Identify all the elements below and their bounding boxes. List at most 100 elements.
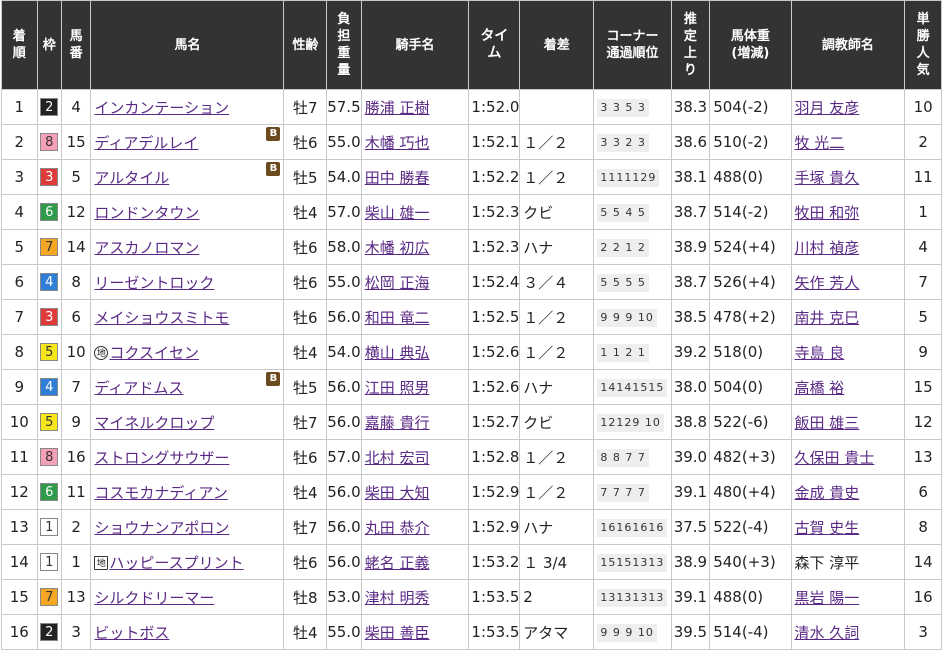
trainer-name-link[interactable]: 牧 光二 (795, 134, 845, 152)
horse-name-link[interactable]: メイショウスミトモ (94, 309, 229, 327)
col-last3f: 推 定 上 り (670, 0, 711, 90)
horse-name-link[interactable]: ハッピースプリント (109, 554, 243, 572)
jockey-name-link[interactable]: 嘉藤 貴行 (365, 414, 430, 432)
jockey-name-link[interactable]: 松岡 正海 (365, 274, 430, 292)
horse-name-link[interactable]: コスモカナディアン (94, 484, 227, 502)
blinker-badge: B (266, 372, 281, 386)
jockey-name-link[interactable]: 柴田 大知 (365, 484, 430, 502)
horse-name-link[interactable]: ロンドンタウン (94, 204, 199, 222)
sexage-cell: 牡4 (283, 194, 328, 230)
time-cell: 1:52.0 (468, 89, 521, 125)
jockey-name-link[interactable]: 田中 勝春 (365, 169, 430, 187)
trainer-name-link[interactable]: 久保田 貴士 (795, 449, 875, 467)
jockey-name-link[interactable]: 蛯名 正義 (365, 554, 430, 572)
sexage-cell: 牡6 (283, 264, 328, 300)
horse-name-link[interactable]: リーゼントロック (94, 274, 214, 292)
jockey-name-link[interactable]: 木幡 巧也 (365, 134, 430, 152)
trainer-cell: 高橋 裕 (790, 369, 906, 405)
horse-name-link[interactable]: インカンテーション (94, 99, 229, 117)
trainer-name-link[interactable]: 寺島 良 (795, 344, 845, 362)
jockey-name-link[interactable]: 北村 宏司 (365, 449, 430, 467)
jockey-name-link[interactable]: 木幡 初広 (365, 239, 430, 257)
rank-cell: 6 (1, 264, 38, 300)
horse-cell: マイネルクロップ (90, 404, 285, 440)
corner-cell: 16161616 (593, 509, 672, 545)
last3f-cell: 39.2 (670, 334, 711, 370)
waku-cell: 1 (36, 544, 62, 580)
horse-cell: ディアドムス B (90, 369, 285, 405)
corner-order: 5 5 4 5 (597, 204, 649, 222)
horse-cell: ロンドンタウン (90, 194, 285, 230)
trainer-name-link[interactable]: 黒岩 陽一 (795, 589, 860, 607)
last3f-cell: 39.0 (670, 439, 711, 475)
trainer-name-link[interactable]: 川村 禎彦 (795, 239, 860, 257)
horse-name-link[interactable]: ストロングサウザー (94, 449, 229, 467)
umaban-cell: 1 (60, 544, 92, 580)
horse-name-link[interactable]: ビットボス (94, 624, 169, 642)
trainer-name-link: 森下 淳平 (794, 553, 860, 572)
waku-cell: 5 (36, 404, 62, 440)
horse-name-link[interactable]: アルタイル (94, 169, 169, 187)
corner-cell: 5 5 4 5 (593, 194, 672, 230)
horse-name-link[interactable]: アスカノロマン (94, 239, 199, 257)
horse-name-link[interactable]: ディアデルレイ (94, 134, 198, 152)
body-weight-cell: 514(-2) (709, 194, 792, 230)
umaban-cell: 6 (60, 299, 92, 335)
umaban-cell: 14 (60, 229, 92, 265)
jockey-cell: 柴山 雄一 (360, 194, 470, 230)
weight-cell: 55.0 (326, 264, 362, 300)
horse-cell: コスモカナディアン (90, 474, 285, 510)
jockey-name-link[interactable]: 津村 明秀 (365, 589, 430, 607)
trainer-name-link[interactable]: 清水 久詞 (795, 624, 860, 642)
trainer-name-link[interactable]: 高橋 裕 (795, 379, 845, 397)
time-cell: 1:52.3 (468, 194, 521, 230)
result-body: 1 2 4 インカンテーション 牡7 57.5 勝浦 正樹 1:52.0 3 3 5 3 38.3… (1, 89, 942, 650)
corner-cell: 2 2 1 2 (593, 229, 672, 265)
popularity-cell: 1 (904, 194, 942, 230)
sexage-cell: 牡5 (283, 369, 328, 405)
horse-name-link[interactable]: コクスイセン (109, 344, 199, 362)
jockey-cell: 北村 宏司 (360, 439, 470, 475)
corner-cell: 14141515 (593, 369, 672, 405)
trainer-name-link[interactable]: 羽月 友彦 (795, 99, 860, 117)
table-row: 7 3 6 メイショウスミトモ 牡6 56.0 和田 竜二 1:52.5 １／２ 9 9 9 10… (1, 299, 942, 335)
jockey-name-link[interactable]: 江田 照男 (365, 379, 430, 397)
weight-cell: 56.0 (326, 509, 362, 545)
waku-cell: 3 (36, 159, 62, 195)
horse-name-link[interactable]: シルクドリーマー (94, 589, 214, 607)
umaban-cell: 15 (60, 124, 92, 160)
jockey-name-link[interactable]: 柴山 雄一 (365, 204, 430, 222)
trainer-cell: 清水 久詞 (790, 614, 906, 650)
trainer-name-link[interactable]: 矢作 芳人 (795, 274, 860, 292)
col-pop: 単 勝 人 気 (904, 0, 942, 90)
trainer-name-link[interactable]: 手塚 貴久 (795, 169, 860, 187)
trainer-name-link[interactable]: 古賀 史生 (795, 519, 860, 537)
jockey-cell: 嘉藤 貴行 (360, 404, 470, 440)
jockey-name-link[interactable]: 横山 典弘 (365, 344, 430, 362)
margin-cell: ３／４ (519, 264, 595, 300)
corner-cell: 1 1 2 1 (593, 334, 672, 370)
trainer-name-link[interactable]: 飯田 雄三 (795, 414, 860, 432)
jockey-name-link[interactable]: 和田 竜二 (365, 309, 430, 327)
horse-name-link[interactable]: ディアドムス (94, 379, 183, 397)
trainer-cell: 久保田 貴士 (790, 439, 906, 475)
rank-cell: 1 (1, 89, 38, 125)
trainer-cell: 寺島 良 (790, 334, 906, 370)
body-weight-cell: 504(0) (709, 369, 792, 405)
body-weight-cell: 510(-2) (709, 124, 792, 160)
jockey-name-link[interactable]: 丸田 恭介 (365, 519, 430, 537)
rank-cell: 5 (1, 229, 38, 265)
trainer-name-link[interactable]: 金成 貴史 (795, 484, 860, 502)
corner-order: 9 9 9 10 (597, 309, 657, 327)
umaban-cell: 12 (60, 194, 92, 230)
col-jockey: 騎手名 (360, 0, 470, 90)
trainer-name-link[interactable]: 南井 克巳 (795, 309, 860, 327)
trainer-name-link[interactable]: 牧田 和弥 (795, 204, 860, 222)
jockey-name-link[interactable]: 柴田 善臣 (365, 624, 430, 642)
horse-name-link[interactable]: ショウナンアポロン (94, 519, 229, 537)
corner-cell: 9 9 9 10 (593, 299, 672, 335)
horse-name-link[interactable]: マイネルクロップ (94, 414, 214, 432)
margin-cell: クビ (519, 194, 595, 230)
waku-badge: 6 (40, 203, 59, 222)
jockey-name-link[interactable]: 勝浦 正樹 (365, 99, 430, 117)
